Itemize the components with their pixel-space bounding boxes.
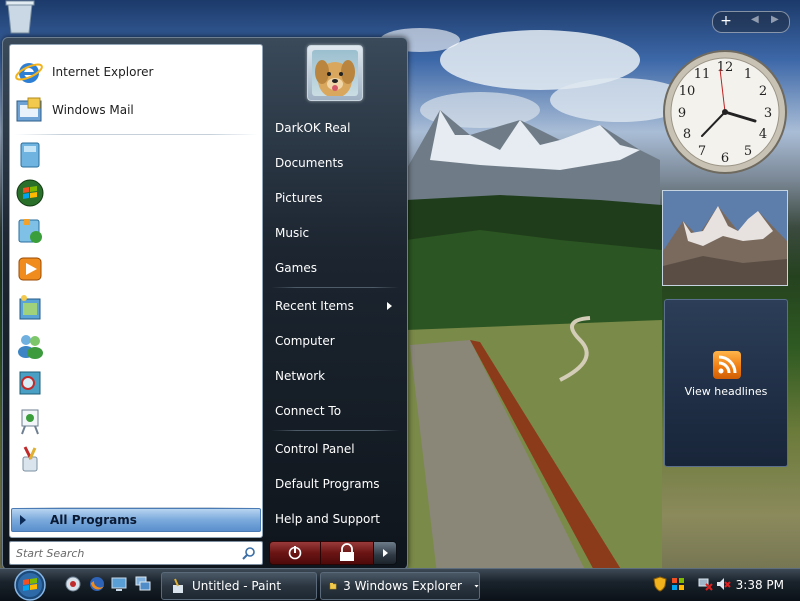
feed-headlines-gadget[interactable]: View headlines <box>664 299 788 467</box>
recent-program-media-player-icon[interactable] <box>15 254 45 284</box>
pinned-label: Windows Mail <box>52 103 134 117</box>
separator <box>14 134 258 135</box>
power-icon <box>288 546 302 560</box>
firefox-icon[interactable] <box>88 575 106 593</box>
separator <box>271 430 399 431</box>
folder-icon <box>329 582 337 590</box>
lock-button[interactable] <box>320 541 374 565</box>
recent-program-photo-gallery-icon[interactable] <box>15 292 45 322</box>
shutdown-options-button[interactable] <box>373 541 397 565</box>
svg-text:9: 9 <box>678 106 686 121</box>
start-search-box[interactable] <box>9 541 263 565</box>
chevron-right-icon <box>383 549 388 557</box>
lock-icon <box>340 543 354 561</box>
svg-text:11: 11 <box>694 67 711 82</box>
recent-items-item[interactable]: Recent Items <box>275 296 354 316</box>
view-headlines-link[interactable]: View headlines <box>665 385 787 398</box>
power-button[interactable] <box>269 541 321 565</box>
start-menu: Internet Explorer Windows Mail All Progr… <box>2 37 408 570</box>
control-panel-item[interactable]: Control Panel <box>275 439 355 459</box>
connect-to-item[interactable]: Connect To <box>275 401 341 421</box>
taskbar: Untitled - Paint 3 Windows Explorer 3:38… <box>0 568 800 601</box>
pinned-internet-explorer[interactable]: Internet Explorer <box>14 55 153 89</box>
network-disconnected-icon[interactable] <box>697 576 713 592</box>
power-controls <box>269 541 397 565</box>
svg-text:7: 7 <box>698 144 706 159</box>
programs-pane: Internet Explorer Windows Mail <box>9 44 263 538</box>
dog-avatar <box>312 50 358 96</box>
clock-gadget[interactable]: 12 12 345 678 91011 <box>662 49 788 175</box>
default-programs-item[interactable]: Default Programs <box>275 474 380 494</box>
sidebar-next-icon[interactable]: ▶ <box>771 14 779 25</box>
windows-flag-icon[interactable] <box>670 576 686 592</box>
svg-text:4: 4 <box>759 127 767 142</box>
system-clock[interactable]: 3:38 PM <box>736 578 784 592</box>
recent-program-paint-icon[interactable] <box>15 444 45 474</box>
mountain-photo <box>663 191 787 285</box>
chevron-down-icon <box>474 584 479 588</box>
task-label: Untitled - Paint <box>192 579 282 593</box>
svg-text:1: 1 <box>744 67 752 82</box>
separator <box>271 287 399 288</box>
start-button[interactable] <box>8 569 52 601</box>
add-gadget-button[interactable]: + <box>717 13 735 31</box>
svg-text:2: 2 <box>759 84 767 99</box>
music-item[interactable]: Music <box>275 223 309 243</box>
windows-mail-icon <box>14 95 44 125</box>
security-shield-icon[interactable] <box>652 576 668 592</box>
volume-muted-icon[interactable] <box>715 576 731 592</box>
svg-text:3: 3 <box>764 106 772 121</box>
recent-program-easel-icon[interactable] <box>15 406 45 436</box>
pictures-item[interactable]: Pictures <box>275 188 323 208</box>
sidebar-prev-icon[interactable]: ◀ <box>751 14 759 25</box>
svg-text:8: 8 <box>683 127 691 142</box>
sidebar-toolbar: + ◀ ▶ <box>712 11 790 33</box>
rss-icon <box>713 351 741 379</box>
show-desktop-icon[interactable] <box>110 575 128 593</box>
search-icon[interactable] <box>242 546 256 560</box>
all-programs-label: All Programs <box>50 513 137 527</box>
notification-area: 3:38 PM <box>647 571 800 599</box>
recycle-bin-icon[interactable] <box>0 0 40 34</box>
paint-icon <box>173 578 183 593</box>
recent-program-dvd-maker-icon[interactable] <box>15 368 45 398</box>
chevron-right-icon <box>387 302 392 310</box>
taskbar-button-paint[interactable]: Untitled - Paint <box>161 572 317 600</box>
internet-explorer-icon <box>14 57 44 87</box>
recent-program-welcome-center-icon[interactable] <box>15 178 45 208</box>
start-search-input[interactable] <box>14 544 238 562</box>
svg-text:10: 10 <box>679 84 696 99</box>
recent-program-contacts-icon[interactable] <box>15 330 45 360</box>
computer-item[interactable]: Computer <box>275 331 335 351</box>
documents-item[interactable]: Documents <box>275 153 343 173</box>
recent-program-gadget-icon[interactable] <box>15 140 45 170</box>
browser-quicklaunch-icon[interactable] <box>64 575 82 593</box>
games-item[interactable]: Games <box>275 258 317 278</box>
switch-windows-icon[interactable] <box>134 575 152 593</box>
svg-text:6: 6 <box>721 151 729 166</box>
recent-program-media-center-icon[interactable] <box>15 216 45 246</box>
help-and-support-item[interactable]: Help and Support <box>275 509 380 529</box>
pinned-label: Internet Explorer <box>52 65 154 79</box>
svg-text:5: 5 <box>744 144 752 159</box>
pinned-windows-mail[interactable]: Windows Mail <box>14 93 134 127</box>
task-label: 3 Windows Explorer <box>343 579 462 593</box>
user-account-picture[interactable] <box>307 45 363 101</box>
svg-text:12: 12 <box>717 60 734 75</box>
slideshow-gadget[interactable] <box>662 190 788 286</box>
network-item[interactable]: Network <box>275 366 325 386</box>
taskbar-button-windows-explorer[interactable]: 3 Windows Explorer <box>320 572 480 600</box>
user-folder-item[interactable]: DarkOK Real <box>275 118 350 138</box>
all-programs-button[interactable]: All Programs <box>11 508 261 532</box>
chevron-right-icon <box>20 515 26 525</box>
